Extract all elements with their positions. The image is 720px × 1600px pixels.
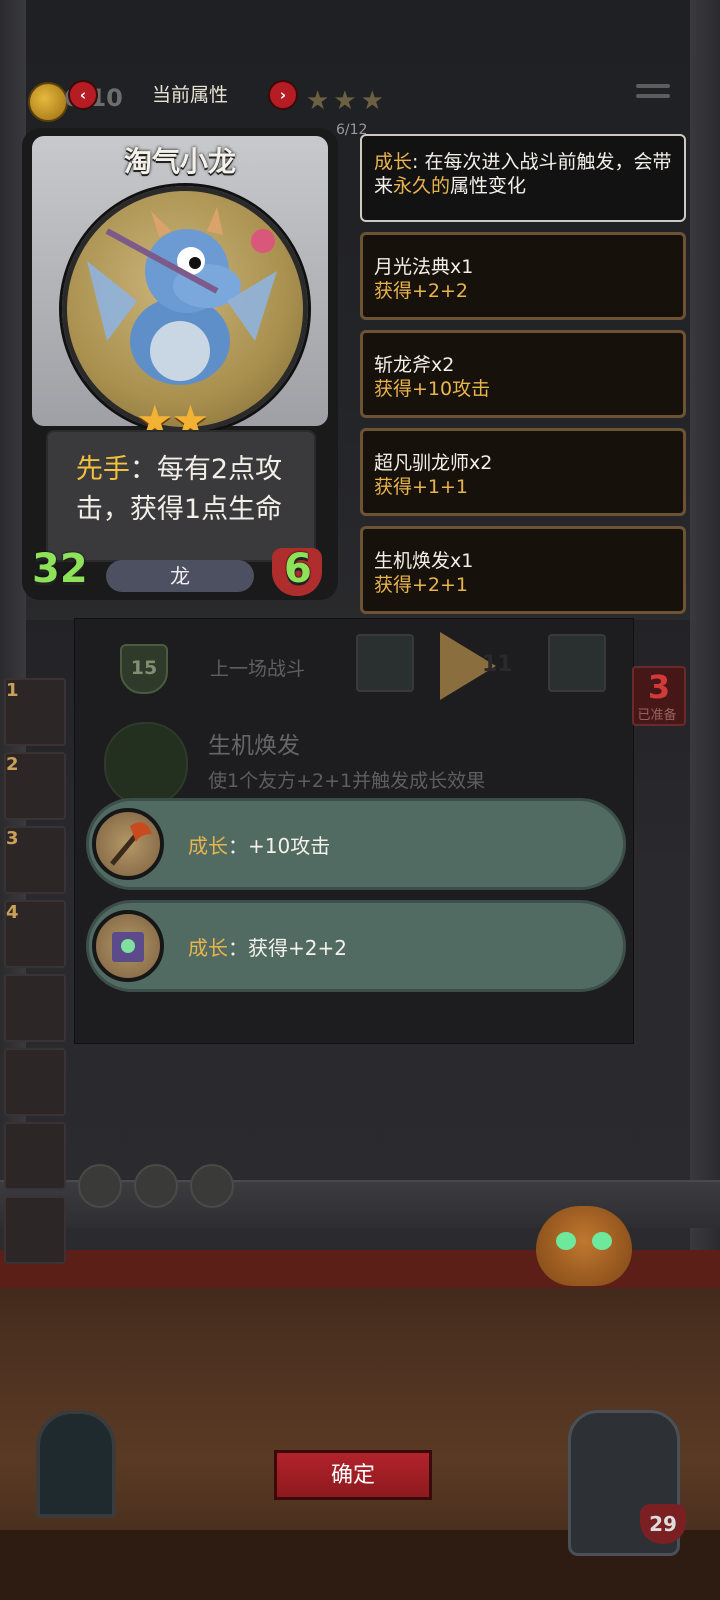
- roster-slot[interactable]: [4, 974, 66, 1042]
- roster-slot[interactable]: [4, 1122, 66, 1190]
- roster-slot[interactable]: [4, 1048, 66, 1116]
- item-name: 超凡驯龙师x2: [374, 452, 493, 474]
- menu-icon[interactable]: [636, 84, 670, 108]
- ability-text: 先手：每有2点攻击，获得1点生命: [56, 450, 302, 530]
- item-effect: 获得+2+1: [374, 574, 469, 596]
- roster-number: 2: [6, 754, 19, 775]
- health-value: 6: [284, 546, 312, 592]
- item-effect: 获得+1+1: [374, 476, 469, 498]
- opponent-avatar[interactable]: [356, 634, 414, 692]
- pumpkin-icon: [536, 1206, 632, 1286]
- choice-option-stats[interactable]: [86, 900, 626, 992]
- prev-arrow-button[interactable]: ‹: [68, 80, 98, 110]
- choice-option-attack[interactable]: [86, 798, 626, 890]
- ability-keyword: 先手: [75, 454, 130, 485]
- roster-number: 3: [6, 828, 19, 849]
- roster-slot[interactable]: [4, 1196, 66, 1264]
- tier-stars: ★★★: [306, 86, 388, 116]
- right-pillar: [690, 0, 720, 1250]
- event-description: 使1个友方+2+1并触发成长效果: [208, 770, 486, 792]
- item-name: 斩龙斧x2: [374, 354, 455, 376]
- spellbook-icon: [92, 910, 164, 982]
- shelf-slot-icon[interactable]: [134, 1164, 178, 1208]
- attributes-title: 当前属性: [151, 84, 228, 106]
- item-effect: 获得+10攻击: [374, 378, 491, 400]
- pumpkin-eye: [592, 1232, 612, 1250]
- item-effect: 获得+2+2: [374, 280, 469, 302]
- card-name: 淘气小龙: [123, 145, 236, 178]
- pumpkin-eye: [556, 1232, 576, 1250]
- axe-icon: [92, 808, 164, 880]
- last-battle-label: 上一场战斗: [210, 658, 306, 680]
- shelf-slot-icon[interactable]: [190, 1164, 234, 1208]
- shield-icon: 15: [120, 644, 168, 694]
- hero-health: 29: [640, 1504, 686, 1544]
- item-name: 生机焕发x1: [374, 550, 474, 572]
- item-name: 月光法典x1: [374, 256, 474, 278]
- choice-label: 成长：获得+2+2: [188, 936, 347, 960]
- roster-number: 1: [6, 680, 19, 701]
- event-title: 生机焕发: [208, 733, 300, 759]
- shelf-slot-icon[interactable]: [78, 1164, 122, 1208]
- next-arrow-button[interactable]: ›: [268, 80, 298, 110]
- attack-value: 32: [32, 546, 88, 592]
- arrow-value: 11: [482, 652, 513, 677]
- gold-coin-icon: [28, 82, 68, 122]
- roster-number: 4: [6, 902, 19, 923]
- choice-label: 成长：+10攻击: [188, 834, 331, 858]
- portal-door-icon[interactable]: [36, 1410, 116, 1518]
- growth-info-text: 成长: 在每次进入战斗前触发，会带来永久的属性变化: [374, 151, 672, 197]
- enemy-avatar[interactable]: [548, 634, 606, 692]
- tribe-label: 龙: [106, 560, 254, 592]
- confirm-button[interactable]: 确定: [274, 1450, 432, 1500]
- ready-label: 已准备: [637, 708, 677, 723]
- event-icon: [104, 722, 188, 806]
